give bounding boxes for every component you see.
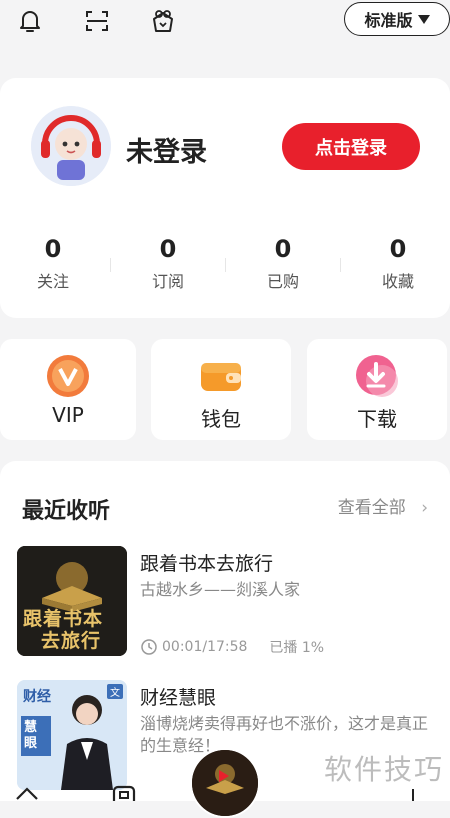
cover-badge: 文 [107, 684, 123, 699]
top-bar: 标准版 [0, 0, 450, 44]
download-icon [354, 353, 400, 399]
avatar[interactable] [31, 106, 111, 186]
clock-icon [141, 639, 157, 655]
item-title: 跟着书本去旅行 [140, 553, 274, 575]
wallet-card[interactable]: 钱包 [151, 339, 291, 440]
stat-following[interactable]: 0 关注 [13, 234, 93, 292]
stat-value: 0 [389, 235, 407, 263]
mini-player[interactable] [190, 748, 260, 818]
login-button[interactable]: 点击登录 [282, 123, 420, 170]
username: 未登录 [126, 137, 207, 168]
item-subtitle: 古越水乡——剡溪人家 [140, 580, 301, 599]
wallet-icon [198, 353, 244, 399]
home-icon[interactable] [14, 785, 40, 805]
profile-card: 未登录 点击登录 0 关注 0 订阅 0 已购 0 收藏 [0, 78, 450, 318]
download-label: 下载 [357, 407, 397, 431]
stat-value: 0 [159, 235, 177, 263]
stat-value: 0 [274, 235, 292, 263]
cover-image: 跟着书本 去旅行 [17, 546, 127, 656]
cover-title-2: 去旅行 [41, 630, 102, 652]
cover-image: 财经 慧眼 文 [17, 680, 127, 790]
edition-label: 标准版 [364, 11, 413, 30]
caret-down-icon [417, 14, 430, 24]
recent-title: 最近收听 [22, 499, 111, 524]
stat-favorites[interactable]: 0 收藏 [358, 234, 438, 292]
bell-icon[interactable] [15, 6, 45, 36]
wallet-label: 钱包 [201, 407, 241, 431]
stats-row: 0 关注 0 订阅 0 已购 0 收藏 [0, 234, 450, 304]
stat-label: 收藏 [381, 272, 414, 291]
cover-title-2: 慧眼 [24, 720, 38, 751]
view-all-label: 查看全部 [337, 498, 406, 518]
download-card[interactable]: 下载 [307, 339, 447, 440]
tab-edge-icon[interactable] [412, 789, 424, 801]
list-item[interactable]: 跟着书本 去旅行 跟着书本去旅行 古越水乡——剡溪人家 00:01/17:58 … [0, 545, 450, 665]
divider [110, 258, 111, 272]
stat-subscribed[interactable]: 0 订阅 [128, 234, 208, 292]
gift-icon[interactable] [148, 6, 178, 36]
item-played: 已播 1% [269, 640, 325, 656]
stat-label: 关注 [36, 272, 69, 291]
item-title: 财经慧眼 [140, 687, 217, 709]
vip-label: VIP [52, 403, 84, 427]
divider [340, 258, 341, 272]
stat-value: 0 [44, 235, 62, 263]
stat-label: 订阅 [151, 272, 184, 291]
item-time: 00:01/17:58 [162, 639, 248, 655]
stat-label: 已购 [266, 272, 299, 291]
cover-title-1: 财经 [23, 689, 51, 705]
vip-icon [45, 353, 91, 399]
chevron-right-icon: › [421, 498, 428, 518]
stat-purchased[interactable]: 0 已购 [243, 234, 323, 292]
item-progress: 00:01/17:58 已播 1% [140, 637, 324, 657]
divider [225, 258, 226, 272]
scan-icon[interactable] [82, 6, 112, 36]
discover-icon[interactable] [110, 785, 138, 805]
vip-card[interactable]: VIP [0, 339, 136, 440]
view-all-link[interactable]: 查看全部 › [338, 493, 428, 518]
edition-selector[interactable]: 标准版 [344, 2, 450, 36]
